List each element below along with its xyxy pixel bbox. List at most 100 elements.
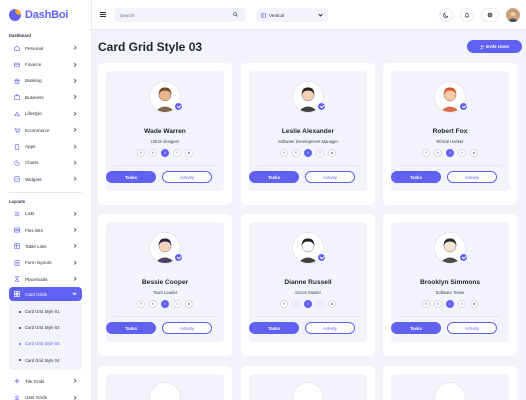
sidebar-item-label: Flex lists — [25, 227, 43, 233]
social-twitter-icon[interactable]: t — [149, 300, 157, 308]
social-linkedin-icon[interactable]: i — [161, 149, 169, 157]
sidebar-item-tile-grids[interactable]: Tile Grids — [0, 373, 91, 389]
layout-select[interactable]: Vertical — [256, 8, 328, 22]
activity-button[interactable]: Activity — [305, 171, 355, 183]
user-avatar[interactable] — [506, 8, 520, 22]
social-linkedin-icon[interactable]: i — [446, 149, 454, 157]
social-dribbble-icon[interactable]: d — [470, 300, 478, 308]
social-links: ftiid — [137, 300, 193, 308]
submenu-card-grid-style-02[interactable]: Card Grid Style 02 — [9, 320, 82, 336]
apps-icon — [14, 143, 20, 150]
social-dribbble-icon[interactable]: d — [185, 300, 193, 308]
avatar — [149, 382, 181, 400]
activity-button[interactable]: Activity — [305, 322, 355, 334]
bell-icon — [464, 12, 470, 18]
tasks-button[interactable]: Tasks — [106, 322, 156, 334]
activity-button[interactable]: Activity — [162, 322, 212, 334]
activity-button[interactable]: Activity — [162, 171, 212, 183]
chevron-right-icon — [72, 94, 77, 100]
sidebar-item-card-grids[interactable]: Card Grids — [9, 287, 82, 302]
activity-button[interactable]: Activity — [447, 322, 497, 334]
social-twitter-icon[interactable]: t — [434, 300, 442, 308]
sidebar-item-lifestyle[interactable]: Lifestyle — [0, 106, 91, 122]
social-instagram-icon[interactable]: i — [458, 300, 466, 308]
sidebar-item-form-layouts[interactable]: Form layouts — [0, 255, 91, 271]
social-linkedin-icon[interactable]: i — [304, 149, 312, 157]
logo[interactable]: DashBoi — [0, 0, 91, 30]
search-input[interactable]: Search — [114, 8, 246, 22]
sidebar-item-label: Personal — [25, 45, 44, 51]
scrollbar[interactable] — [520, 30, 526, 400]
tasks-button[interactable]: Tasks — [391, 322, 441, 334]
social-instagram-icon[interactable]: i — [458, 149, 466, 157]
chevron-right-icon — [72, 127, 77, 132]
social-facebook-icon[interactable]: f — [422, 149, 430, 157]
sidebar-item-label: Ecommerce — [25, 127, 50, 133]
verified-badge-icon — [174, 102, 183, 111]
sidebar-item-ecommerce[interactable]: Ecommerce — [0, 122, 91, 138]
notifications-button[interactable] — [460, 8, 474, 22]
chevron-right-icon — [72, 276, 77, 282]
logo-icon — [9, 9, 21, 21]
social-instagram-icon[interactable]: i — [173, 300, 181, 308]
sidebar-item-personal[interactable]: Personal — [0, 40, 91, 56]
sidebar-item-label: Form layouts — [25, 260, 52, 266]
social-linkedin-icon[interactable]: i — [304, 300, 312, 308]
card-divider — [257, 316, 359, 317]
sidebar-item-flex-lists[interactable]: Flex lists — [0, 222, 91, 238]
theme-toggle-button[interactable] — [439, 8, 453, 22]
sidebar-divider — [9, 191, 82, 193]
social-twitter-icon[interactable]: t — [292, 149, 300, 157]
social-dribbble-icon[interactable]: d — [470, 149, 478, 157]
social-linkedin-icon[interactable]: i — [161, 300, 169, 308]
social-facebook-icon[interactable]: f — [137, 300, 145, 308]
chevron-right-icon — [72, 78, 77, 83]
social-twitter-icon[interactable]: t — [292, 300, 300, 308]
invite-users-button[interactable]: Invite Users — [467, 40, 522, 53]
social-instagram-icon[interactable]: i — [316, 300, 324, 308]
submenu-card-grid-style-04[interactable]: Card Grid Style 04 — [9, 352, 82, 368]
user-name: Brooklyn Simmons — [419, 279, 481, 286]
sidebar-item-charts[interactable]: Charts — [0, 155, 91, 171]
social-instagram-icon[interactable]: i — [173, 149, 181, 157]
list-icon — [14, 211, 20, 217]
sidebar-item-banking[interactable]: Banking — [0, 73, 91, 89]
sidebar-item-lists[interactable]: Lists — [0, 206, 91, 222]
sidebar-item-label: Finance — [25, 62, 42, 68]
social-linkedin-icon[interactable]: i — [446, 300, 454, 308]
submenu-card-grid-style-01[interactable]: Card Grid Style 01 — [9, 303, 82, 319]
sidebar-item-placeloads[interactable]: Placeloads — [0, 271, 91, 287]
sidebar-item-widgets[interactable]: Widgets — [0, 171, 91, 187]
social-instagram-icon[interactable]: i — [316, 149, 324, 157]
social-dribbble-icon[interactable]: d — [185, 149, 193, 157]
tasks-button[interactable]: Tasks — [249, 171, 299, 183]
moon-icon — [443, 12, 449, 18]
sidebar-item-finance[interactable]: Finance — [0, 56, 91, 72]
tasks-button[interactable]: Tasks — [391, 171, 441, 183]
chevron-right-icon — [72, 395, 77, 400]
social-facebook-icon[interactable]: f — [280, 300, 288, 308]
social-dribbble-icon[interactable]: d — [328, 300, 336, 308]
social-facebook-icon[interactable]: f — [422, 300, 430, 308]
social-twitter-icon[interactable]: t — [434, 149, 442, 157]
social-twitter-icon[interactable]: t — [149, 149, 157, 157]
sidebar-item-table-lists[interactable]: Table Lists — [0, 238, 91, 254]
menu-toggle-icon[interactable] — [100, 12, 106, 17]
form-icon — [14, 260, 20, 266]
sidebar-item-user-grids[interactable]: User Grids — [0, 390, 91, 400]
invite-users-label: Invite Users — [485, 44, 510, 49]
tasks-button[interactable]: Tasks — [249, 322, 299, 334]
social-facebook-icon[interactable]: f — [137, 149, 145, 157]
social-dribbble-icon[interactable]: d — [328, 149, 336, 157]
social-facebook-icon[interactable]: f — [280, 149, 288, 157]
tasks-button[interactable]: Tasks — [106, 171, 156, 183]
globe-icon — [487, 12, 493, 18]
user-role: Software Development Manager — [277, 139, 339, 144]
submenu-card-grid-style-03[interactable]: Card Grid Style 03 — [9, 336, 82, 352]
grid-icon — [14, 291, 20, 298]
language-button[interactable] — [481, 8, 499, 22]
card-divider — [399, 316, 501, 317]
sidebar-item-business[interactable]: Business — [0, 89, 91, 105]
activity-button[interactable]: Activity — [447, 171, 497, 183]
sidebar-item-apps[interactable]: Apps — [0, 138, 91, 154]
